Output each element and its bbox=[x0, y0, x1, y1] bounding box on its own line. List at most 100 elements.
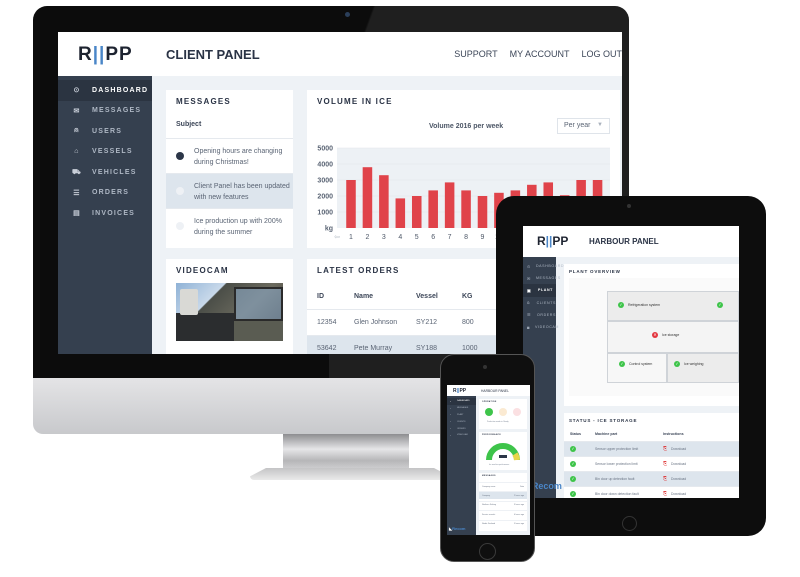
pdf-icon: ⎘ bbox=[663, 491, 668, 497]
messages-card: MESSAGES Subject Opening hours are chang… bbox=[166, 90, 293, 248]
download-label: Download bbox=[671, 477, 687, 481]
bar-week-5[interactable] bbox=[411, 196, 422, 228]
menu-item-icon: ▪ bbox=[450, 427, 451, 431]
list-item[interactable]: Company 2 hours ago bbox=[479, 491, 527, 499]
phone-sidebar-item-orders[interactable]: ▪ ORDERS bbox=[447, 425, 476, 432]
phone-sidebar-item-clients[interactable]: ▪ CLIENTS bbox=[447, 418, 476, 425]
marker-control-system[interactable]: ✓ Control system bbox=[619, 361, 652, 367]
pdf-icon: ⎘ bbox=[663, 446, 668, 452]
col-vessel: Vessel bbox=[416, 292, 438, 300]
bar-week-7[interactable] bbox=[444, 182, 455, 228]
bar-week-4[interactable] bbox=[395, 198, 406, 228]
prev-arrow-icon[interactable]: ⇦ bbox=[334, 234, 340, 241]
menu-item-icon: ▪ bbox=[450, 399, 451, 403]
tablet-sidebar-item-plant[interactable]: ▣ PLANT bbox=[523, 284, 556, 297]
order-id: 53642 bbox=[317, 345, 337, 352]
check-icon: ✓ bbox=[570, 476, 576, 482]
tablet-sidebar-item-messages[interactable]: ✉ MESSAGES bbox=[523, 272, 560, 284]
recom-label: Recom bbox=[531, 481, 562, 491]
bar-week-8[interactable] bbox=[461, 190, 471, 228]
phone-sidebar-item-videocam[interactable]: ▪ VIDEOCAM bbox=[447, 432, 476, 439]
marker-refrigeration[interactable]: ✓ Refrigeration system bbox=[618, 302, 660, 308]
list-item[interactable]: Nordic Seafood 5 hours ago bbox=[479, 519, 527, 528]
download-link[interactable]: ⎘ Download bbox=[663, 461, 686, 467]
phone-recom-brand: ◣Recom bbox=[449, 526, 465, 531]
marker-ice-weighing[interactable]: ✓ Ice weighing bbox=[674, 361, 703, 367]
marker-label: Ice storage bbox=[662, 333, 680, 337]
sidebar-item-orders[interactable]: ☰ ORDERS bbox=[58, 183, 152, 204]
tablet-sidebar-item-clients[interactable]: ⍝ CLIENTS bbox=[523, 297, 556, 309]
home-button[interactable] bbox=[479, 543, 496, 560]
logo-pp: PP bbox=[105, 44, 133, 65]
status-row: ✓ Sensor lower protection limit ⎘ Download bbox=[564, 456, 739, 471]
period-select[interactable]: Per year ▼ bbox=[557, 118, 610, 134]
sidebar-item-label: VIDEOCAM bbox=[535, 325, 560, 330]
phone-logo[interactable]: R||PP bbox=[453, 388, 466, 394]
bar-week-6[interactable] bbox=[428, 190, 438, 228]
marker-label: Ice weighing bbox=[684, 362, 704, 366]
sidebar-item-label: PLANT bbox=[457, 413, 464, 416]
marker-secondary[interactable]: ✓ bbox=[717, 302, 727, 308]
tablet-sidebar-item-orders[interactable]: ☰ ORDERS bbox=[523, 309, 556, 321]
message-item[interactable]: Ice production up with 200% during the s… bbox=[166, 208, 293, 243]
nav-support[interactable]: SUPPORT bbox=[454, 49, 497, 59]
sidebar-item-vessels[interactable]: ⌂ VESSELS bbox=[58, 142, 152, 163]
order-vessel: SY212 bbox=[416, 319, 438, 326]
sidebar-item-dashboard[interactable]: ⊙ DASHBOARD bbox=[58, 80, 152, 101]
bar-week-9[interactable] bbox=[477, 196, 488, 228]
nav-my-account[interactable]: MY ACCOUNT bbox=[510, 49, 570, 59]
orders-title: LATEST ORDERS bbox=[317, 266, 400, 275]
tablet-logo[interactable]: R||PP bbox=[537, 234, 568, 248]
tablet-sidebar-item-videocam[interactable]: ◙ VIDEOCAM bbox=[523, 321, 560, 333]
videocam-feed[interactable] bbox=[176, 283, 283, 341]
marker-label: Control system bbox=[629, 362, 653, 366]
company-name: Northern Fishing bbox=[482, 504, 496, 506]
message-item[interactable]: Client Panel has been updated with new f… bbox=[166, 173, 293, 208]
tablet-sidebar-item-dashboard[interactable]: ⊙ DASHBOARD bbox=[523, 260, 564, 272]
logo[interactable]: R||PP bbox=[78, 44, 133, 66]
x-tick-label: 2 bbox=[365, 234, 369, 241]
x-tick-label: 6 bbox=[431, 234, 435, 241]
nav-log-out[interactable]: LOG OUT bbox=[581, 49, 622, 59]
x-tick-label: 1 bbox=[349, 234, 353, 241]
download-link[interactable]: ⎘ Download bbox=[663, 491, 686, 497]
marker-ice-storage[interactable]: ✕ Ice storage bbox=[652, 332, 679, 338]
dashboard-icon: ⊙ bbox=[73, 87, 81, 95]
videocam-card: VIDEOCAM bbox=[166, 259, 293, 354]
sidebar-item-vehicles[interactable]: ⛟ VEHICLES bbox=[58, 162, 152, 183]
y-tick-label: 2000 bbox=[317, 194, 333, 201]
period-select-value: Per year bbox=[564, 122, 591, 129]
messages-icon: ✉ bbox=[527, 275, 531, 281]
phone-sidebar-item-plant[interactable]: ▪ PLANT bbox=[447, 412, 476, 419]
y-tick-label: 1000 bbox=[317, 210, 333, 217]
phone-frame: R||PP HARBOUR PANEL ▪ DASHBOARD ▪ MESSAGES ▪… bbox=[440, 354, 535, 562]
volume-title: VOLUME IN ICE bbox=[317, 97, 393, 106]
message-subject: Opening hours are changing during Christ… bbox=[194, 148, 283, 166]
status-cell: ✓ bbox=[564, 491, 595, 497]
download-label: Download bbox=[671, 447, 687, 451]
check-icon: ✓ bbox=[570, 491, 576, 497]
list-item[interactable]: Northern Fishing 3 hours ago bbox=[479, 500, 527, 509]
bar-week-1[interactable] bbox=[346, 180, 356, 228]
sidebar-item-users[interactable]: ⍝ USERS bbox=[58, 121, 152, 142]
menu-item-icon: ▪ bbox=[450, 433, 451, 437]
videocam-icon: ◙ bbox=[527, 324, 531, 330]
phone-sidebar-item-dashboard[interactable]: ▪ DASHBOARD bbox=[447, 398, 476, 405]
sidebar-item-invoices[interactable]: ▤ INVOICES bbox=[58, 203, 152, 224]
machine-part: Bin door down detection fault bbox=[595, 492, 639, 496]
phone-sidebar-item-messages[interactable]: ▪ MESSAGES bbox=[447, 405, 476, 412]
phone-page-title: HARBOUR PANEL bbox=[481, 389, 509, 393]
download-link[interactable]: ⎘ Download bbox=[663, 476, 686, 482]
bar-week-2[interactable] bbox=[362, 167, 373, 228]
sidebar-item-messages[interactable]: ✉ MESSAGES bbox=[58, 101, 152, 122]
list-item[interactable]: Service vessels 4 hours ago bbox=[479, 510, 527, 518]
message-item[interactable]: Opening hours are changing during Christ… bbox=[166, 138, 293, 173]
home-button[interactable] bbox=[622, 516, 637, 531]
download-link[interactable]: ⎘ Download bbox=[663, 446, 686, 452]
messages-title: MESSAGES bbox=[176, 97, 231, 106]
check-icon: ✓ bbox=[570, 461, 576, 467]
bar-week-3[interactable] bbox=[379, 175, 389, 228]
phone-screen: R||PP HARBOUR PANEL ▪ DASHBOARD ▪ MESSAGES ▪… bbox=[447, 385, 530, 535]
message-date: 2 hours ago bbox=[514, 494, 524, 497]
sidebar-item-label: PLANT bbox=[538, 288, 553, 293]
